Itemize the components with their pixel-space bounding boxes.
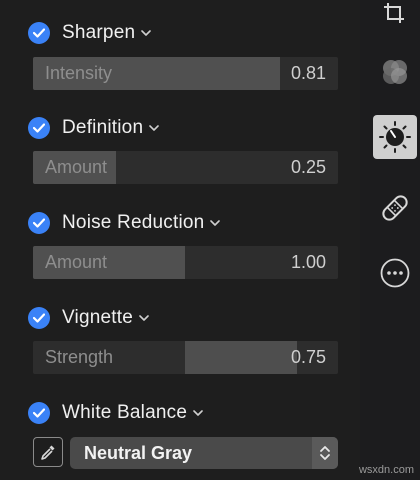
checkbox-noise-reduction[interactable] (28, 212, 50, 234)
adjust-icon[interactable] (373, 115, 417, 159)
section-title-sharpen: Sharpen (62, 22, 136, 43)
section-header-sharpen[interactable]: Sharpen (28, 16, 152, 50)
checkmark-icon (33, 123, 45, 133)
slider-noise-reduction-amount[interactable]: Amount 1.00 (33, 246, 338, 279)
slider-label: Amount (45, 252, 108, 272)
slider-value: 0.75 (290, 347, 326, 367)
section-title-white-balance: White Balance (62, 402, 188, 423)
adjust-panel: Sharpen Intensity 0.81 Definition Amount… (0, 0, 360, 480)
chevron-down-icon[interactable] (193, 410, 203, 416)
section-title-noise-reduction: Noise Reduction (62, 212, 205, 233)
checkmark-icon (33, 313, 45, 323)
more-icon[interactable] (373, 251, 417, 295)
slider-vignette-strength[interactable]: Strength 0.75 (33, 341, 338, 374)
section-title-vignette: Vignette (62, 307, 133, 328)
checkmark-icon (33, 218, 45, 228)
slider-sharpen-intensity[interactable]: Intensity 0.81 (33, 57, 338, 90)
watermark-text: wsxdn.com (358, 464, 414, 476)
section-header-white-balance[interactable]: White Balance (28, 396, 203, 430)
up-down-arrows-icon[interactable] (312, 437, 338, 469)
chevron-down-icon[interactable] (141, 30, 152, 36)
section-header-definition[interactable]: Definition (28, 111, 160, 145)
chevron-down-icon[interactable] (149, 125, 160, 131)
section-header-vignette[interactable]: Vignette (28, 301, 149, 335)
white-balance-selected: Neutral Gray (84, 443, 193, 463)
slider-value: 1.00 (290, 252, 326, 272)
white-balance-select[interactable]: Neutral Gray (70, 437, 338, 469)
slider-value: 0.25 (290, 157, 326, 177)
slider-label: Intensity (45, 63, 113, 83)
checkbox-sharpen[interactable] (28, 22, 50, 44)
crop-icon[interactable] (373, 0, 417, 36)
slider-value: 0.81 (290, 63, 326, 83)
slider-label: Strength (45, 347, 114, 367)
checkbox-white-balance[interactable] (28, 402, 50, 424)
checkbox-definition[interactable] (28, 117, 50, 139)
checkmark-icon (33, 28, 45, 38)
section-header-noise-reduction[interactable]: Noise Reduction (28, 206, 221, 240)
slider-fill (185, 341, 297, 374)
checkbox-vignette[interactable] (28, 307, 50, 329)
eyedropper-button[interactable] (33, 437, 63, 467)
filters-icon[interactable] (373, 51, 417, 95)
section-title-definition: Definition (62, 117, 144, 138)
retouch-icon[interactable] (373, 186, 417, 230)
chevron-down-icon[interactable] (210, 220, 221, 226)
checkmark-icon (33, 408, 45, 418)
slider-label: Amount (45, 157, 108, 177)
tool-sidebar (360, 0, 420, 480)
slider-definition-amount[interactable]: Amount 0.25 (33, 151, 338, 184)
eyedropper-icon (41, 445, 55, 460)
chevron-down-icon[interactable] (139, 315, 149, 321)
